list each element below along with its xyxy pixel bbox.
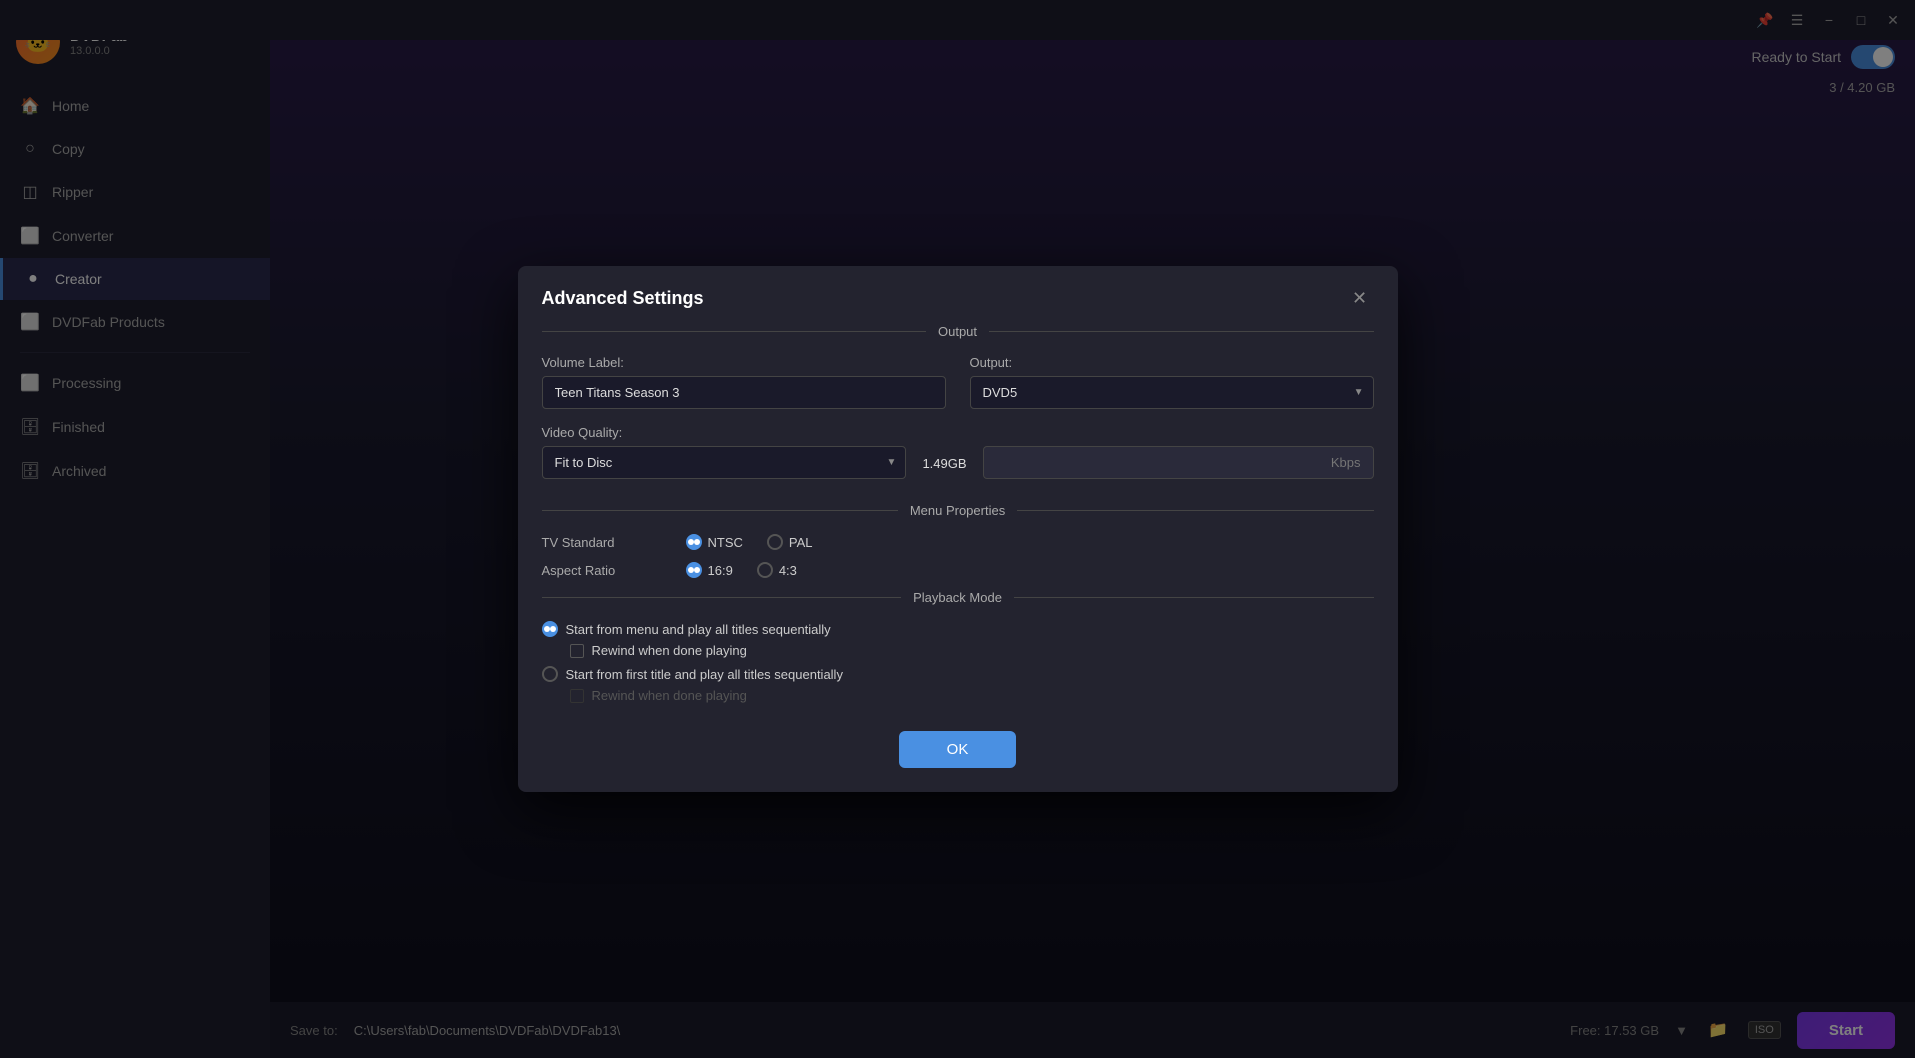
pal-radio[interactable] bbox=[767, 534, 783, 550]
ntsc-radio[interactable] bbox=[686, 534, 702, 550]
playback-option-1-label: Start from menu and play all titles sequ… bbox=[566, 622, 831, 637]
ntsc-label: NTSC bbox=[708, 535, 743, 550]
output-group: Output: DVD5 DVD9 Blu-ray ▼ bbox=[970, 355, 1374, 409]
volume-label-group: Volume Label: bbox=[542, 355, 946, 409]
playback-option-2-rewind-wrapper: Rewind when done playing bbox=[542, 688, 1374, 703]
modal-close-button[interactable]: ✕ bbox=[1346, 284, 1374, 312]
menu-section-label: Menu Properties bbox=[910, 503, 1005, 518]
rewind-checkbox-2 bbox=[570, 689, 584, 703]
pal-option[interactable]: PAL bbox=[767, 534, 813, 550]
4-3-radio[interactable] bbox=[757, 562, 773, 578]
rewind-label-2: Rewind when done playing bbox=[592, 688, 747, 703]
output-line-right bbox=[989, 331, 1373, 332]
playback-option-1[interactable]: Start from menu and play all titles sequ… bbox=[542, 621, 1374, 637]
playback-section-divider: Playback Mode bbox=[542, 590, 1374, 605]
aspect-ratio-group: Aspect Ratio 16:9 4:3 bbox=[542, 562, 1374, 578]
tv-standard-label: TV Standard bbox=[542, 535, 662, 550]
playback-option-1-rewind-wrapper: Rewind when done playing bbox=[542, 643, 1374, 658]
rewind-option-2: Rewind when done playing bbox=[570, 688, 1374, 703]
playback-option-2-label: Start from first title and play all titl… bbox=[566, 667, 843, 682]
video-quality-label: Video Quality: bbox=[542, 425, 1374, 440]
modal-title: Advanced Settings bbox=[542, 288, 704, 309]
4-3-option[interactable]: 4:3 bbox=[757, 562, 797, 578]
ntsc-option[interactable]: NTSC bbox=[686, 534, 743, 550]
playback-line-right bbox=[1014, 597, 1374, 598]
output-section-divider: Output bbox=[542, 324, 1374, 339]
advanced-settings-modal: Advanced Settings ✕ Output Volume Label:… bbox=[518, 266, 1398, 792]
rewind-checkbox-1[interactable] bbox=[570, 644, 584, 658]
menu-section-divider: Menu Properties bbox=[542, 503, 1374, 518]
menu-body: TV Standard NTSC PAL Aspect Ratio 16:9 bbox=[518, 534, 1398, 578]
playback-option-2[interactable]: Start from first title and play all titl… bbox=[542, 666, 1374, 682]
aspect-ratio-label: Aspect Ratio bbox=[542, 563, 662, 578]
kbps-input[interactable] bbox=[983, 446, 1374, 479]
modal-body: Volume Label: Output: DVD5 DVD9 Blu-ray … bbox=[518, 355, 1398, 487]
volume-output-row: Volume Label: Output: DVD5 DVD9 Blu-ray … bbox=[542, 355, 1374, 409]
ok-button[interactable]: OK bbox=[899, 731, 1017, 768]
playback-radio-1[interactable] bbox=[542, 621, 558, 637]
volume-label-text: Volume Label: bbox=[542, 355, 946, 370]
output-select-wrapper: DVD5 DVD9 Blu-ray ▼ bbox=[970, 376, 1374, 409]
video-quality-select-wrapper: Fit to Disc High Quality Medium Low ▼ bbox=[542, 446, 907, 479]
output-label-text: Output: bbox=[970, 355, 1374, 370]
video-quality-row: Fit to Disc High Quality Medium Low ▼ 1.… bbox=[542, 446, 1374, 479]
tv-standard-group: TV Standard NTSC PAL bbox=[542, 534, 1374, 550]
menu-line-left bbox=[542, 510, 898, 511]
playback-radio-2[interactable] bbox=[542, 666, 558, 682]
rewind-option-1[interactable]: Rewind when done playing bbox=[570, 643, 1374, 658]
modal-header: Advanced Settings ✕ bbox=[518, 266, 1398, 324]
menu-line-right bbox=[1017, 510, 1373, 511]
pal-label: PAL bbox=[789, 535, 813, 550]
modal-footer: OK bbox=[518, 711, 1398, 768]
playback-section-label: Playback Mode bbox=[913, 590, 1002, 605]
video-quality-select[interactable]: Fit to Disc High Quality Medium Low bbox=[542, 446, 907, 479]
16-9-radio[interactable] bbox=[686, 562, 702, 578]
4-3-label: 4:3 bbox=[779, 563, 797, 578]
playback-line-left bbox=[542, 597, 902, 598]
video-quality-group: Video Quality: Fit to Disc High Quality … bbox=[542, 425, 1374, 487]
volume-label-input[interactable] bbox=[542, 376, 946, 409]
output-line-left bbox=[542, 331, 926, 332]
16-9-option[interactable]: 16:9 bbox=[686, 562, 733, 578]
output-select[interactable]: DVD5 DVD9 Blu-ray bbox=[970, 376, 1374, 409]
output-section-label: Output bbox=[938, 324, 977, 339]
rewind-label-1: Rewind when done playing bbox=[592, 643, 747, 658]
16-9-label: 16:9 bbox=[708, 563, 733, 578]
size-display: 1.49GB bbox=[918, 448, 970, 479]
playback-body: Start from menu and play all titles sequ… bbox=[518, 621, 1398, 703]
